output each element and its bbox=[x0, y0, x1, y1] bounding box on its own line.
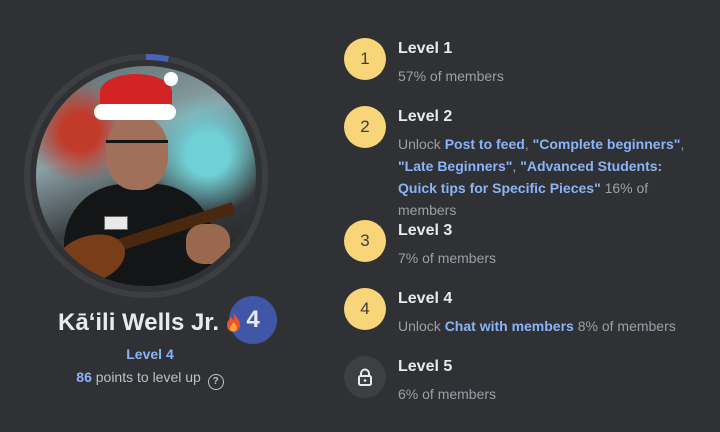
level-title-5: Level 5 bbox=[398, 358, 453, 375]
avatar-ring: 4 bbox=[22, 52, 280, 347]
level-locked-5 bbox=[344, 356, 386, 398]
avatar-glasses bbox=[106, 140, 168, 155]
level-title-4: Level 4 bbox=[398, 290, 453, 307]
santa-hat-trim bbox=[94, 104, 176, 120]
profile-name: Kāʻili Wells Jr. bbox=[58, 309, 219, 336]
level-desc-1: 57% of members bbox=[398, 65, 703, 87]
level-number-4: 4 bbox=[344, 288, 386, 330]
level-number-2: 2 bbox=[344, 106, 386, 148]
unlock-link-chat-with-members[interactable]: Chat with members bbox=[445, 318, 574, 334]
unlock-link-late-beginners[interactable]: "Late Beginners" bbox=[398, 158, 512, 174]
level-desc-3: 7% of members bbox=[398, 247, 703, 269]
level-desc-4: Unlock Chat with members 8% of members bbox=[398, 315, 703, 337]
unlock-label: Unlock bbox=[398, 136, 441, 152]
level-desc-2: Unlock Post to feed, "Complete beginners… bbox=[398, 136, 685, 218]
profile-name-row: Kāʻili Wells Jr. bbox=[0, 309, 300, 337]
current-level-label: Level 4 bbox=[126, 346, 174, 362]
unlock-link-post-to-feed[interactable]: Post to feed bbox=[445, 136, 525, 152]
points-to-level-up: 86 points to level up ? bbox=[0, 369, 300, 390]
level-desc-5: 6% of members bbox=[398, 383, 703, 405]
level-pct-4: 8% of members bbox=[577, 318, 676, 334]
unlock-label: Unlock bbox=[398, 318, 441, 334]
level-title-1: Level 1 bbox=[398, 40, 453, 57]
level-number-3: 3 bbox=[344, 220, 386, 262]
points-value: 86 bbox=[76, 369, 92, 385]
progress-arc bbox=[145, 54, 169, 63]
level-title-2: Level 2 bbox=[398, 108, 453, 125]
avatar[interactable] bbox=[36, 66, 256, 286]
unlock-link-complete-beginners[interactable]: "Complete beginners" bbox=[533, 136, 681, 152]
level-title-3: Level 3 bbox=[398, 222, 453, 239]
fire-icon bbox=[226, 312, 240, 332]
level-pct-1: 57% of members bbox=[398, 68, 504, 84]
santa-hat-pompom bbox=[164, 72, 178, 86]
avatar-hand bbox=[186, 224, 230, 264]
lock-icon bbox=[358, 368, 372, 386]
avatar-name-tag bbox=[104, 216, 128, 230]
level-pct-5: 6% of members bbox=[398, 386, 497, 402]
level-number-1: 1 bbox=[344, 38, 386, 80]
profile-card: 4 Kāʻili Wells Jr. Level 4 86 points to … bbox=[0, 0, 300, 432]
points-suffix: points to level up bbox=[95, 369, 201, 385]
level-pct-3: 7% of members bbox=[398, 250, 497, 266]
help-icon[interactable]: ? bbox=[207, 373, 224, 390]
